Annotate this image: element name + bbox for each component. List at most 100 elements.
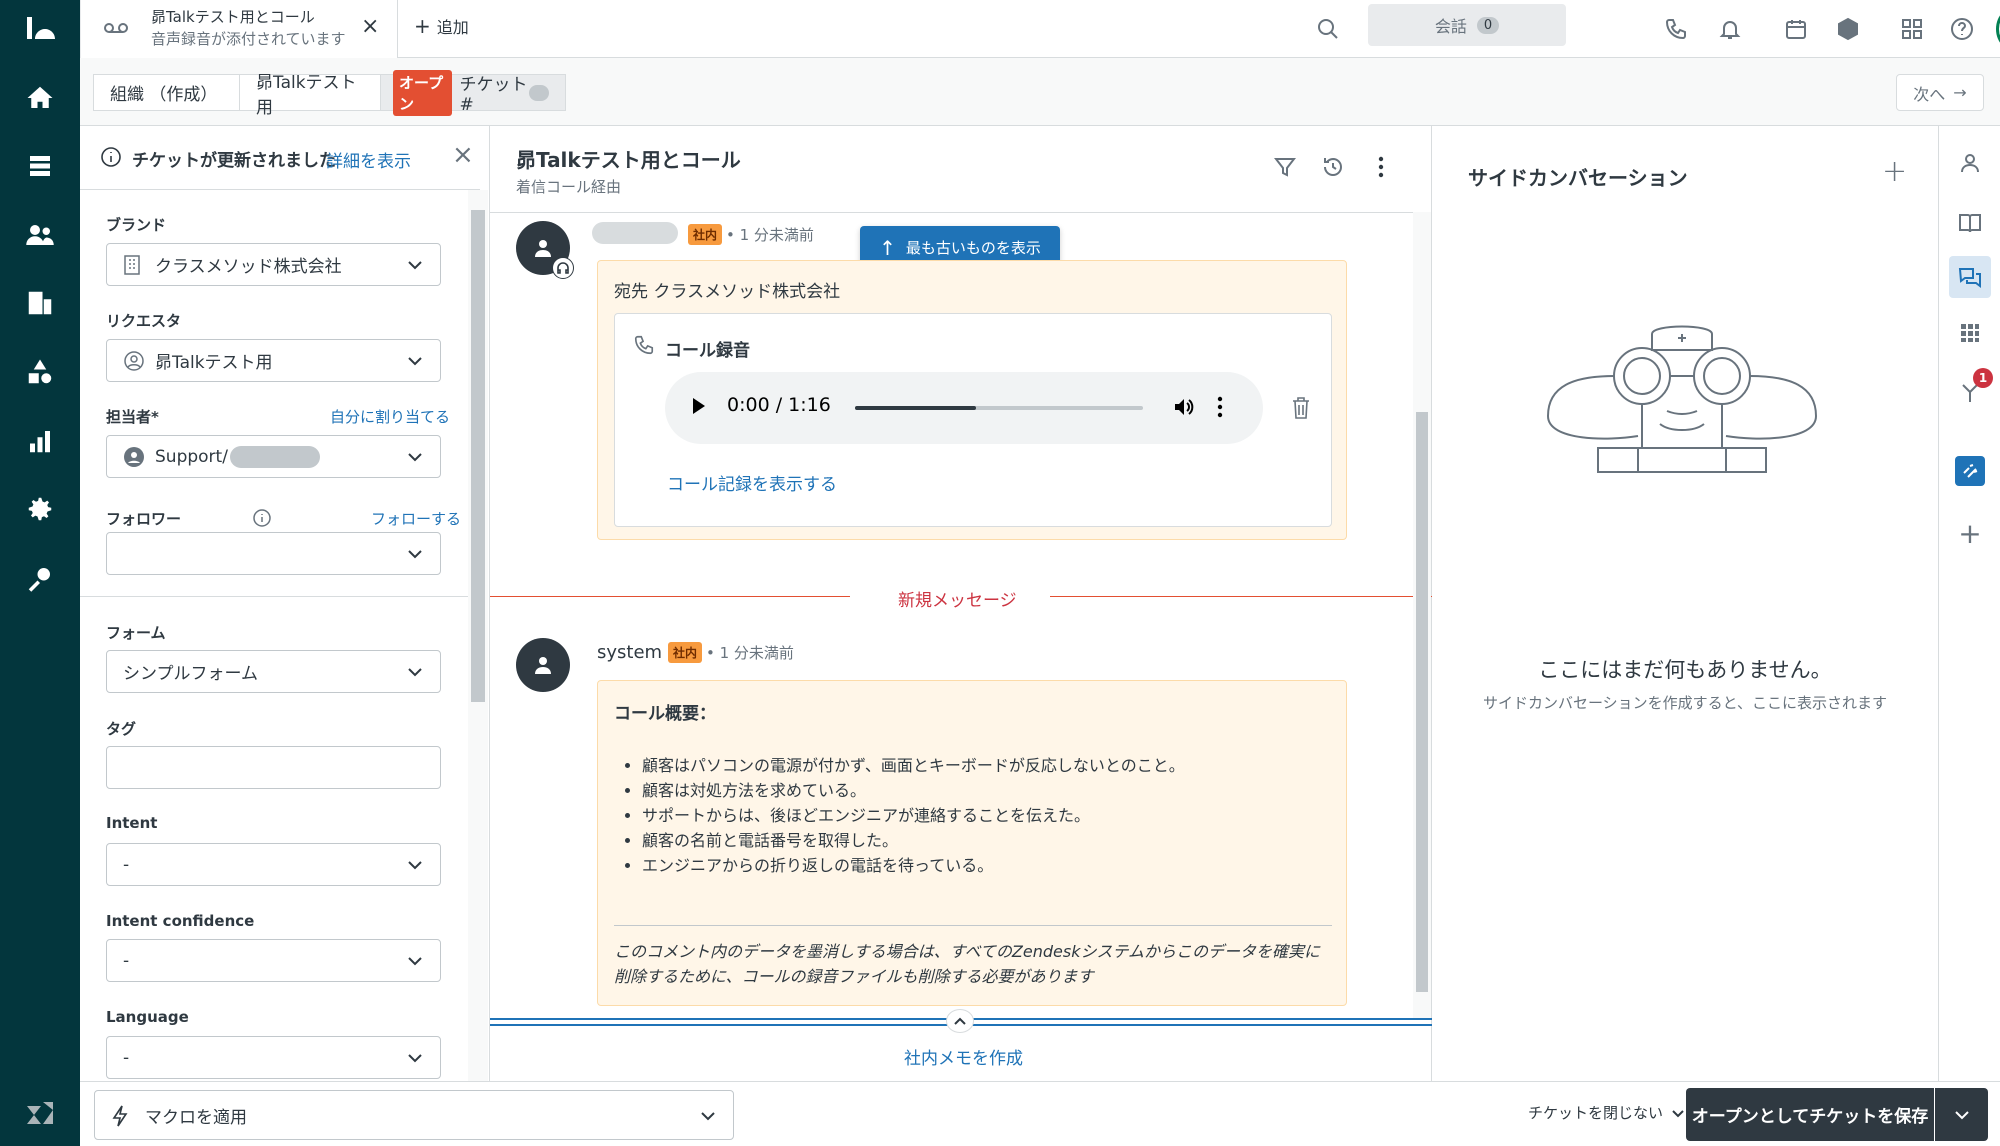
customers-icon[interactable] <box>0 207 80 263</box>
player-progress-track[interactable] <box>855 406 1143 410</box>
user-profile-icon[interactable] <box>1951 144 1989 182</box>
follow-link[interactable]: フォローする <box>371 508 461 529</box>
help-icon[interactable] <box>1944 11 1980 47</box>
form-select[interactable]: シンプルフォーム <box>106 650 441 693</box>
summary-list: 顧客はパソコンの電源が付かず、画面とキーボードが反応しないとのこと。 顧客は対処… <box>642 753 1185 878</box>
objects-icon[interactable] <box>0 344 80 400</box>
player-more-icon[interactable] <box>1217 396 1223 422</box>
add-tab-label: 追加 <box>436 18 469 37</box>
conversations-count: 0 <box>1476 16 1500 34</box>
brand-select[interactable]: クラスメソッド株式会社 <box>106 243 441 286</box>
intent-confidence-select[interactable]: - <box>106 939 441 982</box>
fields-scrollbar[interactable] <box>468 190 488 1081</box>
history-icon[interactable] <box>1318 152 1348 182</box>
audio-player[interactable]: 0:00 / 1:16 <box>665 372 1263 444</box>
close-tab-option-label: チケットを閉じない <box>1528 1104 1664 1122</box>
zendesk-logo[interactable] <box>0 0 80 56</box>
add-tab-button[interactable]: + 追加 <box>414 14 469 38</box>
calendar-icon[interactable] <box>1778 11 1814 47</box>
show-details-link[interactable]: 詳細を表示 <box>326 147 411 172</box>
filter-icon[interactable] <box>1270 152 1300 182</box>
intent-select[interactable]: - <box>106 843 441 886</box>
apply-macro-select[interactable]: マクロを適用 <box>94 1090 734 1140</box>
phone-icon[interactable] <box>1658 11 1694 47</box>
breadcrumb-ticket[interactable]: オープン チケット # <box>380 69 566 116</box>
add-side-conversation-icon[interactable]: + <box>1882 154 1907 189</box>
volume-icon[interactable] <box>1173 396 1195 422</box>
integration-app-icon[interactable] <box>1955 456 1985 486</box>
assignee-value: Support/ <box>155 446 228 467</box>
zendesk-z-logo[interactable] <box>0 1085 80 1141</box>
conversations-button[interactable]: 会話 0 <box>1368 4 1566 46</box>
assign-to-me-link[interactable]: 自分に割り当てる <box>330 406 450 427</box>
ticket-tab[interactable]: 昴Talkテスト用とコール 音声録音が添付されています × <box>80 0 398 58</box>
ticket-channel: 着信コール経由 <box>516 178 622 196</box>
add-app-icon[interactable]: + <box>1951 514 1989 552</box>
chevron-down-icon <box>701 1112 715 1121</box>
info-icon <box>252 508 272 532</box>
intent-confidence-value: - <box>123 950 130 971</box>
tab-title: 昴Talkテスト用とコール <box>151 8 315 26</box>
conversation-scrollbar-thumb[interactable] <box>1416 412 1428 992</box>
admin-gear-icon[interactable] <box>0 481 80 537</box>
summary-item: サポートからは、後ほどエンジニアが連絡することを伝えた。 <box>642 803 1185 828</box>
explore-icon[interactable] <box>0 550 80 606</box>
divider <box>80 596 472 597</box>
knowledge-book-icon[interactable] <box>1951 204 1989 242</box>
brand-label: ブランド <box>106 216 167 234</box>
product-tray-icon[interactable] <box>1894 11 1930 47</box>
arrow-right-icon: → <box>1953 83 1967 102</box>
play-icon[interactable] <box>691 396 707 420</box>
close-tab-icon[interactable]: × <box>361 14 379 39</box>
requester-select[interactable]: 昴Talkテスト用 <box>106 339 441 382</box>
language-select[interactable]: - <box>106 1036 441 1079</box>
phone-icon <box>633 334 655 360</box>
chevron-down-icon <box>408 1054 422 1063</box>
merge-icon[interactable]: 1 <box>1951 368 1993 412</box>
submit-ticket-button[interactable]: オープンとしてチケットを保存 <box>1686 1088 1934 1141</box>
chevron-up-icon[interactable] <box>946 1009 974 1033</box>
apply-macro-label: マクロを適用 <box>145 1107 247 1128</box>
views-icon[interactable] <box>0 138 80 194</box>
top-bar: 昴Talkテスト用とコール 音声録音が添付されています × + 追加 会話 0 <box>80 0 2000 58</box>
show-oldest-label: 最も古いものを表示 <box>905 239 1041 257</box>
internal-badge: 社内 <box>688 224 723 245</box>
submit-options-button[interactable] <box>1935 1088 1988 1141</box>
system-avatar[interactable] <box>516 638 570 692</box>
more-options-icon[interactable] <box>1366 152 1396 182</box>
home-icon[interactable] <box>0 70 80 126</box>
trash-icon[interactable] <box>1291 396 1311 424</box>
fields-scrollbar-thumb[interactable] <box>471 210 485 702</box>
new-messages-line-left <box>490 596 850 597</box>
conversation-scrollbar[interactable] <box>1413 212 1431 1018</box>
ticket-fields-panel: チケットが更新されました 詳細を表示 × ブランド クラスメソッド株式会社 リク… <box>80 126 490 1081</box>
next-ticket-button[interactable]: 次へ → <box>1896 74 1984 111</box>
side-conversations-icon[interactable] <box>1949 256 1991 298</box>
arrow-up-icon: ↑ <box>879 235 896 260</box>
crumb-ticket-label: チケット # <box>459 75 528 115</box>
headset-icon <box>552 257 574 279</box>
search-icon[interactable] <box>1310 11 1346 47</box>
breadcrumb-requester[interactable]: 昴Talkテスト用 <box>239 73 381 118</box>
app-cube-icon[interactable] <box>1830 11 1866 47</box>
apps-grid-icon[interactable] <box>1951 314 1989 352</box>
followers-select[interactable] <box>106 532 441 575</box>
close-tab-option[interactable]: チケットを閉じない <box>1528 1102 1685 1123</box>
redacted-ticket-number <box>528 84 549 101</box>
show-transcript-link[interactable]: コール記録を表示する <box>667 470 837 495</box>
tags-input[interactable] <box>106 746 441 789</box>
requester-value: 昴Talkテスト用 <box>155 353 273 373</box>
redacted-author-name <box>592 222 678 244</box>
compose-internal-note[interactable]: 社内メモを作成 <box>904 1044 1023 1069</box>
organizations-icon[interactable] <box>0 275 80 331</box>
reporting-icon[interactable] <box>0 413 80 469</box>
breadcrumb-organization[interactable]: 組織 （作成） <box>93 74 240 111</box>
internal-badge: 社内 <box>668 642 703 663</box>
close-notice-icon[interactable]: × <box>452 140 474 170</box>
notifications-bell-icon[interactable] <box>1712 11 1748 47</box>
assignee-select[interactable]: Support/ <box>106 435 441 478</box>
side-conversations-title: サイドカンバセーション <box>1468 166 1688 190</box>
agent-avatar[interactable] <box>516 221 574 279</box>
user-avatar[interactable] <box>1996 4 2000 54</box>
message-author[interactable]: system <box>597 642 662 663</box>
